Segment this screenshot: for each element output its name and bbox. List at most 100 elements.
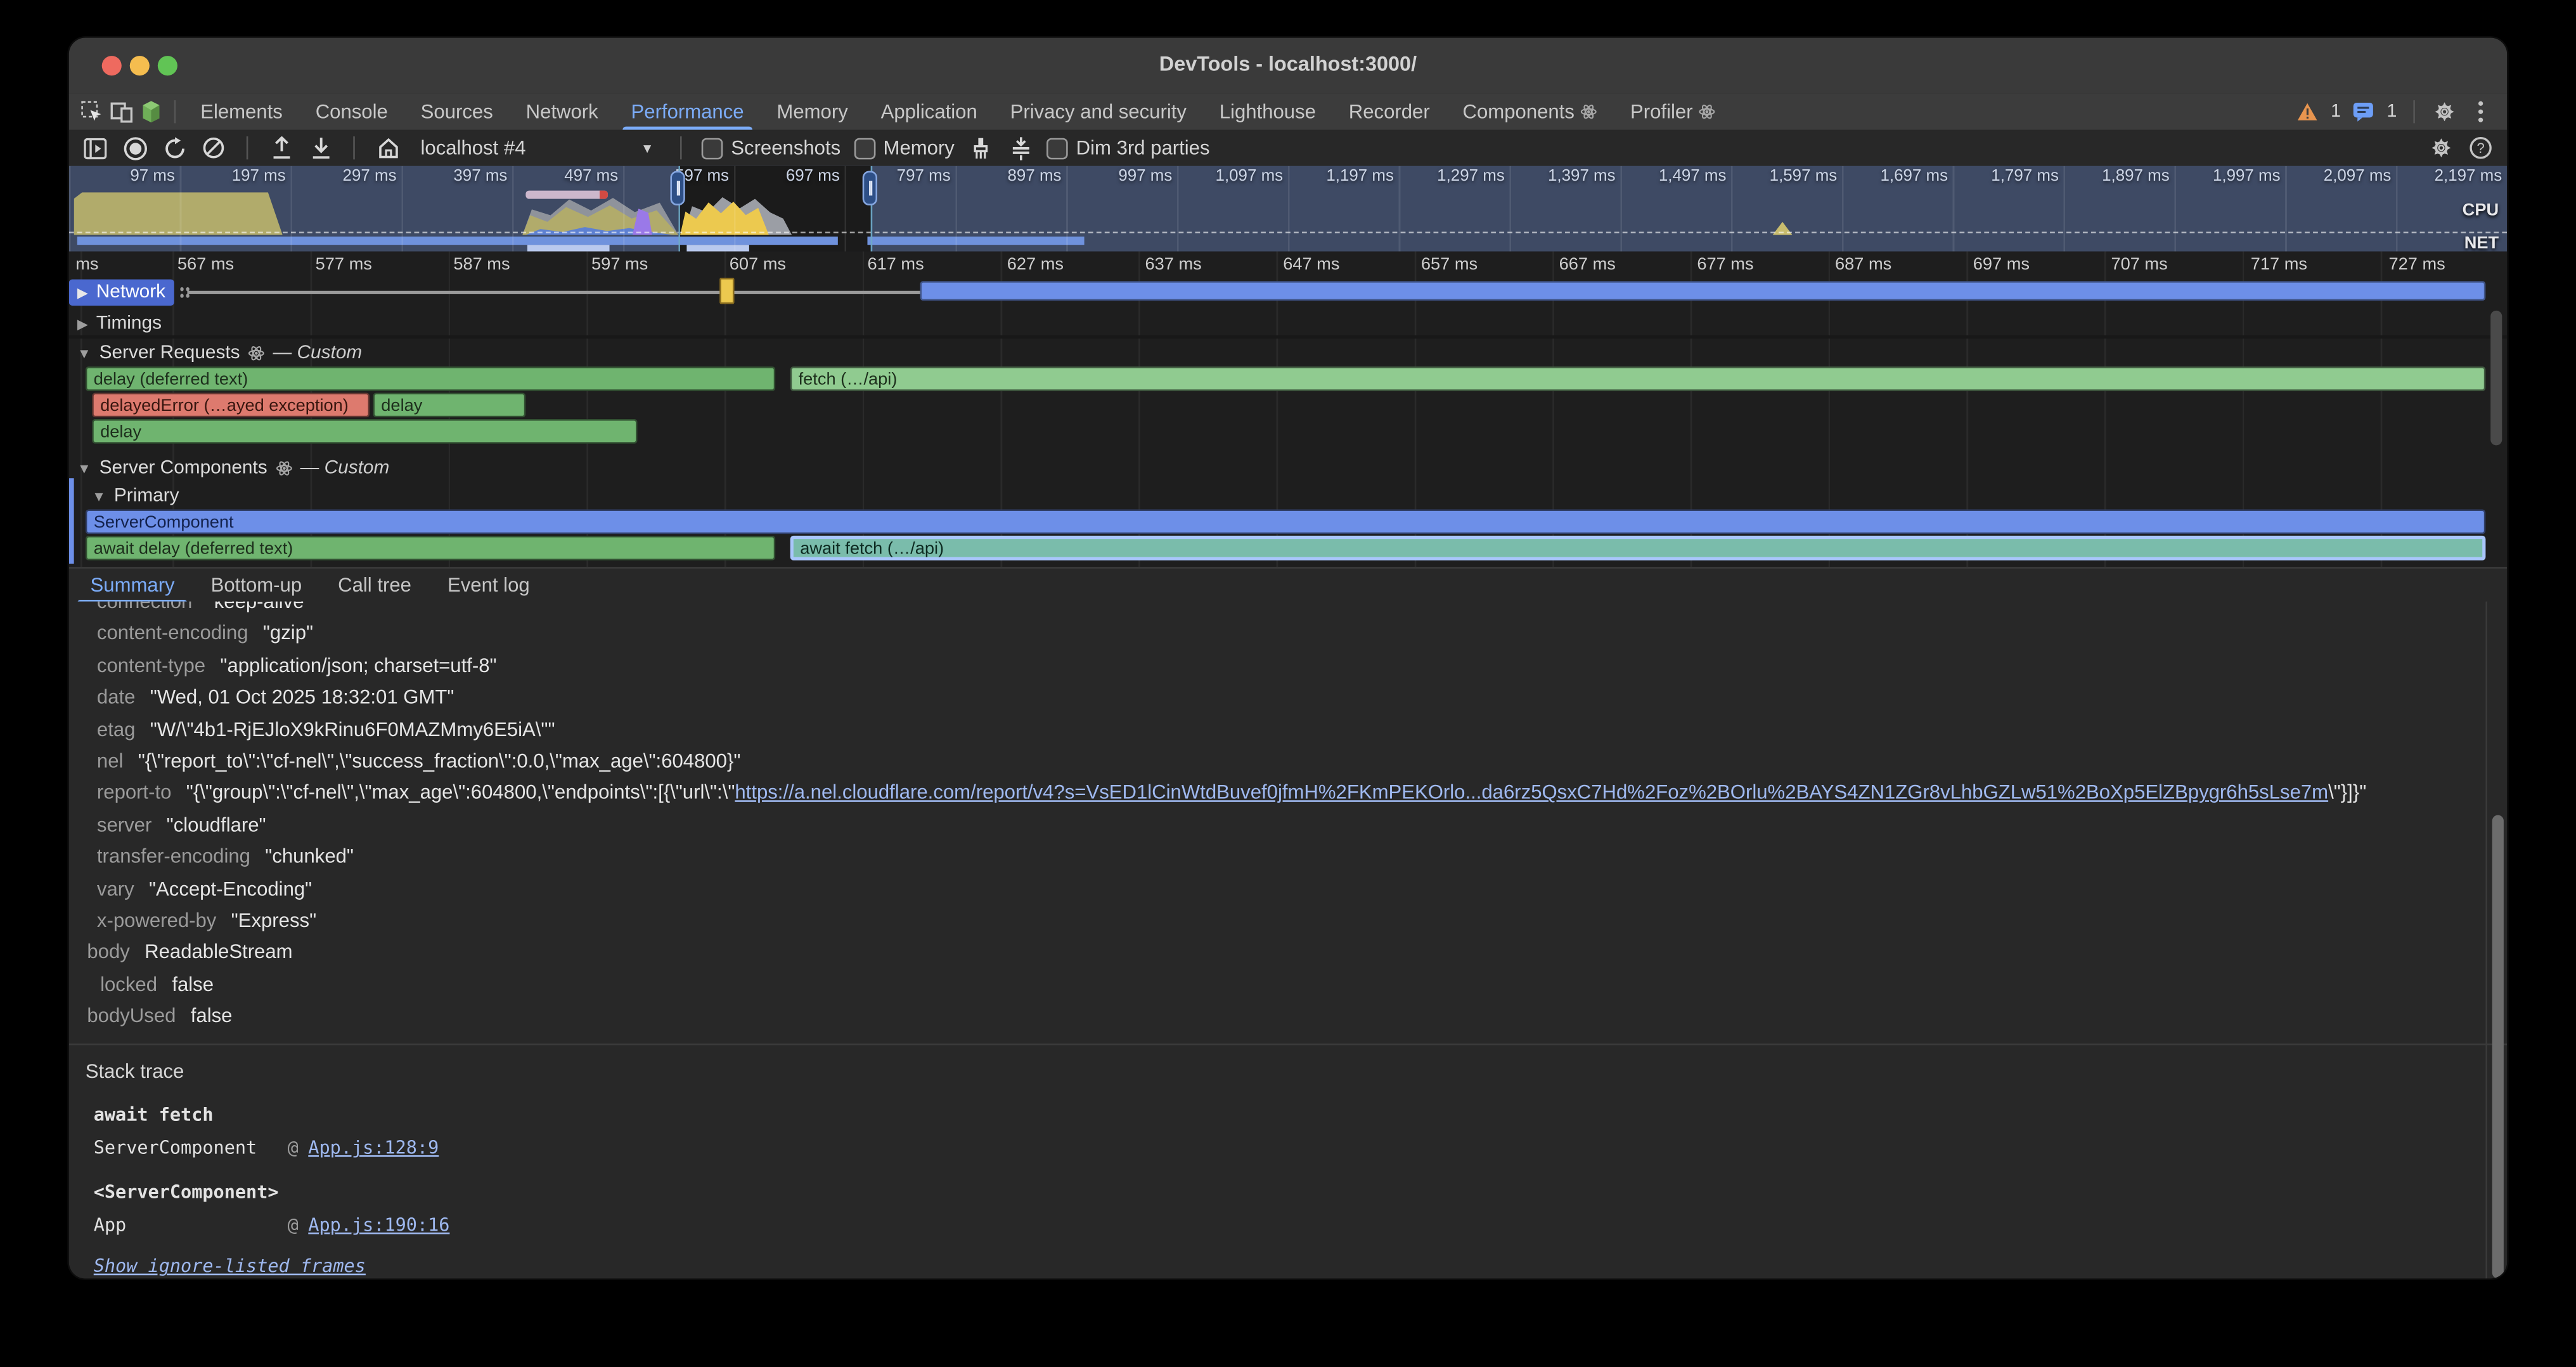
svg-text:?: ? — [2476, 140, 2484, 156]
collapse-tracks-icon[interactable] — [1007, 135, 1033, 161]
toggle-sidebar-icon[interactable] — [82, 135, 108, 161]
timeline-overview[interactable]: 97 ms197 ms297 ms397 ms497 ms597 ms697 m… — [69, 166, 2507, 252]
tab-memory[interactable]: Memory — [762, 94, 863, 130]
source-location-link[interactable]: App.js:128:9 — [308, 1138, 439, 1160]
property-row: content-encoding"gzip" — [69, 619, 2507, 651]
flame-chart[interactable]: ms 567 ms 577 ms 587 ms 597 ms 607 ms 61… — [69, 252, 2507, 567]
event-bar-delay[interactable]: delay — [373, 392, 525, 417]
event-bar-server-component[interactable]: ServerComponent — [86, 509, 2486, 534]
issues-count: 1 — [2387, 102, 2397, 122]
history-dropdown[interactable]: localhost #4 ▼ — [414, 136, 660, 159]
screenshots-checkbox[interactable]: Screenshots — [702, 136, 841, 159]
network-request-bar[interactable] — [920, 281, 2485, 301]
event-bar-fetch-api[interactable]: fetch (…/api) — [790, 366, 2486, 391]
primary-subtrack-header[interactable]: ▼ Primary — [92, 483, 179, 509]
react-atom-icon — [276, 460, 292, 477]
selection-right-handle[interactable] — [863, 171, 877, 205]
inspect-icon[interactable] — [79, 99, 105, 125]
settings-gear-icon[interactable] — [2431, 99, 2457, 125]
separator — [2413, 100, 2415, 123]
history-dropdown-label: localhost #4 — [421, 136, 526, 159]
stack-trace: await fetch ServerComponent@App.js:128:9… — [69, 1100, 2507, 1278]
record-and-reload-icon[interactable] — [161, 135, 187, 161]
memory-label: Memory — [884, 136, 955, 159]
garbage-collect-icon[interactable] — [968, 135, 994, 161]
tab-performance[interactable]: Performance — [616, 94, 759, 130]
checkbox-box — [854, 137, 875, 159]
separator — [174, 100, 176, 123]
summary-scrollbar-track[interactable] — [2485, 602, 2507, 1279]
record-icon[interactable] — [122, 135, 148, 161]
tab-elements[interactable]: Elements — [186, 94, 297, 130]
separator — [247, 136, 248, 159]
tab-network[interactable]: Network — [511, 94, 613, 130]
tab-components[interactable]: Components — [1448, 94, 1612, 130]
property-row: connection"keep-alive" — [69, 602, 2507, 619]
device-toolbar-icon[interactable] — [108, 99, 134, 125]
summary-scrollbar-thumb[interactable] — [2491, 815, 2502, 1279]
window-title: DevTools - localhost:3000/ — [69, 53, 2507, 75]
property-row: bodyUsedfalse — [69, 1001, 2507, 1033]
event-bar-delay[interactable]: delay — [92, 419, 637, 444]
server-requests-track-header[interactable]: ▼ Server Requests — Custom — [77, 340, 362, 366]
tab-bottom-up[interactable]: Bottom-up — [193, 569, 320, 603]
tab-summary[interactable]: Summary — [72, 569, 193, 603]
disclosure-collapsed-icon: ▶ — [77, 314, 88, 333]
timings-track-header[interactable]: ▶ Timings — [77, 311, 162, 337]
save-profile-icon[interactable] — [307, 135, 333, 161]
devtools-tabbar: Elements Console Sources Network Perform… — [69, 94, 2507, 132]
clear-icon[interactable] — [200, 135, 226, 161]
tab-recorder[interactable]: Recorder — [1334, 94, 1445, 130]
event-bar-await-fetch-selected[interactable]: await fetch (…/api) — [790, 536, 2486, 560]
show-ignore-listed-frames-link[interactable]: Show ignore-listed frames — [94, 1252, 2507, 1279]
selection-left-handle[interactable] — [670, 171, 685, 205]
event-bar-await-delay[interactable]: await delay (deferred text) — [86, 536, 776, 560]
source-location-link[interactable]: App.js:190:16 — [308, 1215, 449, 1237]
property-row: date"Wed, 01 Oct 2025 18:32:01 GMT" — [69, 682, 2507, 714]
net-strip-label: NET — [2464, 233, 2499, 252]
stack-frame: await fetch — [94, 1100, 2507, 1133]
titlebar[interactable]: DevTools - localhost:3000/ — [69, 38, 2507, 96]
live-metrics-home-icon[interactable] — [375, 135, 401, 161]
react-atom-icon — [248, 345, 265, 361]
server-components-track-header[interactable]: ▼ Server Components — Custom — [77, 455, 390, 481]
load-profile-icon[interactable] — [267, 135, 293, 161]
event-bar-delay-deferred[interactable]: delay (deferred text) — [86, 366, 776, 391]
network-track-header[interactable]: ▶ Network — [77, 280, 165, 306]
tab-call-tree[interactable]: Call tree — [320, 569, 430, 603]
issues-icon[interactable] — [2351, 99, 2377, 125]
capture-settings-gear-icon[interactable] — [2428, 135, 2454, 161]
help-icon[interactable]: ? — [2468, 135, 2494, 161]
extension-gem-icon[interactable] — [138, 99, 164, 125]
tab-privacy[interactable]: Privacy and security — [995, 94, 1201, 130]
tab-event-log[interactable]: Event log — [429, 569, 548, 603]
tab-profiler[interactable]: Profiler — [1616, 94, 1730, 130]
summary-pane[interactable]: connection"keep-alive" content-encoding"… — [69, 602, 2507, 1279]
dim-3rd-parties-label: Dim 3rd parties — [1076, 136, 1210, 159]
performance-toolbar: localhost #4 ▼ Screenshots Memory Dim 3r… — [69, 130, 2507, 168]
warning-icon[interactable] — [2295, 99, 2321, 125]
event-bar-delayed-error[interactable]: delayedError (…ayed exception) — [92, 392, 370, 417]
separator — [353, 136, 355, 159]
stack-frame: App@App.js:190:16 — [94, 1210, 2507, 1243]
disclosure-expanded-icon: ▼ — [92, 488, 106, 505]
tab-console[interactable]: Console — [300, 94, 402, 130]
dim-3rd-parties-checkbox[interactable]: Dim 3rd parties — [1046, 136, 1210, 159]
tab-sources[interactable]: Sources — [406, 94, 508, 130]
server-components-rail — [69, 478, 74, 564]
track-separator — [69, 335, 2507, 339]
stack-frame: ServerComponent@App.js:128:9 — [94, 1133, 2507, 1166]
tab-lighthouse[interactable]: Lighthouse — [1204, 94, 1330, 130]
screenshots-label: Screenshots — [731, 136, 840, 159]
property-row: x-powered-by"Express" — [69, 905, 2507, 937]
tab-application[interactable]: Application — [866, 94, 992, 130]
cloudflare-report-link[interactable]: https://a.nel.cloudflare.com/report/v4?s… — [735, 781, 2328, 804]
response-properties: connection"keep-alive" content-encoding"… — [69, 602, 2507, 1033]
property-row: bodyReadableStream — [69, 937, 2507, 969]
overview-tick-labels: 97 ms197 ms297 ms397 ms497 ms597 ms697 m… — [69, 166, 2507, 189]
memory-checkbox[interactable]: Memory — [854, 136, 955, 159]
disclosure-expanded-icon: ▼ — [77, 345, 91, 361]
kebab-menu-icon[interactable] — [2468, 99, 2494, 125]
network-request-marker[interactable] — [719, 278, 734, 304]
flame-scrollbar-thumb[interactable] — [2490, 311, 2502, 446]
